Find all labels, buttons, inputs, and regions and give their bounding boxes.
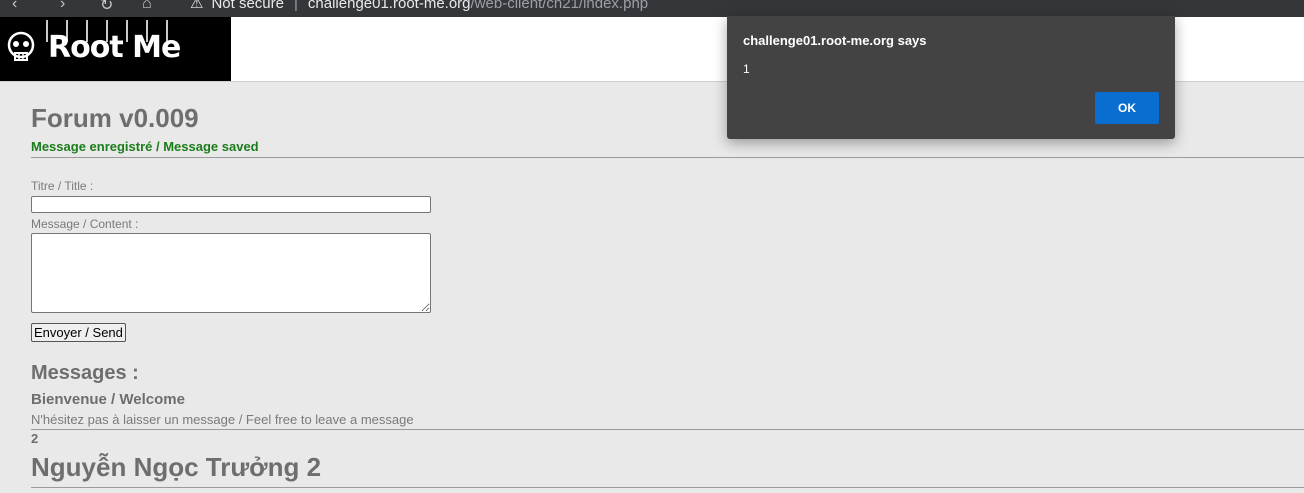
message-title: Nguyễn Ngọc Trưởng 2 [31, 452, 322, 482]
address-bar[interactable]: ⚠ Not secure | challenge01.root-me.org/web-… [190, 0, 648, 12]
logo-text: Root Me [48, 30, 181, 65]
page-title: Forum v0.009 [31, 103, 199, 133]
ok-button[interactable]: OK [1095, 92, 1159, 124]
url-host: challenge01.root-me.org [307, 0, 471, 12]
reload-icon[interactable]: ↻ [100, 0, 113, 15]
message-divider [31, 487, 1304, 488]
message-title: Bienvenue / Welcome [31, 391, 185, 408]
warning-icon[interactable]: ⚠ [190, 0, 203, 12]
forward-icon[interactable]: › [60, 0, 65, 13]
home-icon[interactable]: ⌂ [142, 0, 152, 13]
content-textarea[interactable] [31, 233, 431, 313]
alert-dialog: challenge01.root-me.org says 1 OK [727, 16, 1175, 139]
dialog-title: challenge01.root-me.org says [743, 33, 927, 48]
security-label: Not secure [211, 0, 284, 12]
dialog-message: 1 [743, 62, 750, 76]
back-icon[interactable]: ‹ [12, 0, 17, 13]
content-label: Message / Content : [31, 217, 139, 231]
message-divider [31, 429, 1304, 430]
root-me-logo[interactable]: Root Me [0, 17, 231, 81]
url-path: /web-client/ch21/index.php [470, 0, 649, 12]
message-body: 2 [31, 431, 39, 446]
message-body: N'hésitez pas à laisser un message / Fee… [31, 412, 414, 427]
browser-toolbar: ‹ › ↻ ⌂ ⚠ Not secure | challenge01.root-me.… [0, 0, 1304, 17]
skull-icon [7, 31, 35, 61]
messages-heading: Messages : [31, 362, 139, 384]
send-button[interactable]: Envoyer / Send [31, 323, 126, 342]
title-input[interactable] [31, 196, 431, 213]
status-message: Message enregistré / Message saved [31, 139, 259, 154]
title-label: Titre / Title : [31, 179, 94, 193]
url-separator: | [294, 0, 298, 12]
divider [31, 157, 1304, 158]
